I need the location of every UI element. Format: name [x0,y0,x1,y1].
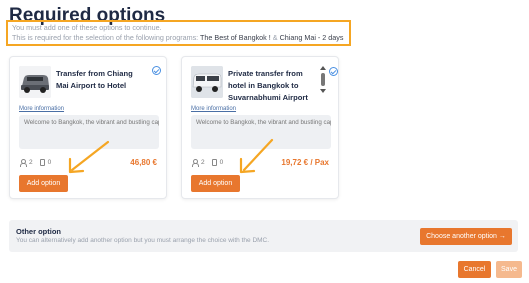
person-icon [19,159,27,167]
notice-prefix: This is required for the selection of th… [12,33,201,42]
pointer-arrow-icon [68,140,110,174]
cancel-button[interactable]: Cancel [458,261,491,278]
adults-count: 2 [29,159,33,166]
option-thumbnail [191,66,223,98]
pax-info: 2 0 [191,159,224,167]
option-title: Transfer from Chiang Mai Airport to Hote… [56,69,133,90]
option-thumbnail [19,66,51,98]
other-option-subtitle: You can alternatively add another option… [16,237,270,244]
option-card: Transfer from Chiang Mai Airport to Hote… [9,56,167,199]
scroll-up-icon[interactable] [320,66,326,70]
option-price: 46,80 € [130,158,157,167]
option-price: 19,72 € / Pax [281,158,329,167]
add-option-button[interactable]: Add option [19,175,68,192]
save-button[interactable]: Save [496,261,522,278]
notice-line-2: This is required for the selection of th… [12,33,345,43]
choose-another-option-button[interactable]: Choose another option → [420,228,512,245]
program-name-2: Chiang Mai - 2 days [279,33,344,42]
other-option-panel: Other option You can alternatively add a… [9,220,518,252]
luggage-count: 0 [219,159,224,166]
selected-check-icon [329,67,338,76]
more-information-link[interactable]: More information [19,106,64,112]
pointer-arrow-icon [239,138,274,174]
scroll-control[interactable] [320,66,326,93]
notice-separator: & [270,33,280,42]
person-icon [191,159,199,167]
adults-count: 2 [201,159,205,166]
notice-line-1: You must add one of these options to con… [12,23,162,32]
pax-info: 2 0 [19,159,52,167]
luggage-icon [39,159,45,166]
selected-check-icon [152,66,161,75]
more-information-link[interactable]: More information [191,106,236,112]
scroll-down-icon[interactable] [320,89,326,93]
required-notice: You must add one of these options to con… [6,20,351,46]
program-name-1: The Best of Bangkok ! [200,33,271,42]
scroll-thumb[interactable] [321,73,325,86]
add-option-button[interactable]: Add option [191,175,240,192]
option-card: Private transfer from hotel in Bangkok t… [181,56,339,199]
other-option-title: Other option [16,227,61,236]
option-title: Private transfer from hotel in Bangkok t… [228,69,308,102]
luggage-count: 0 [47,159,52,166]
luggage-icon [211,159,217,166]
